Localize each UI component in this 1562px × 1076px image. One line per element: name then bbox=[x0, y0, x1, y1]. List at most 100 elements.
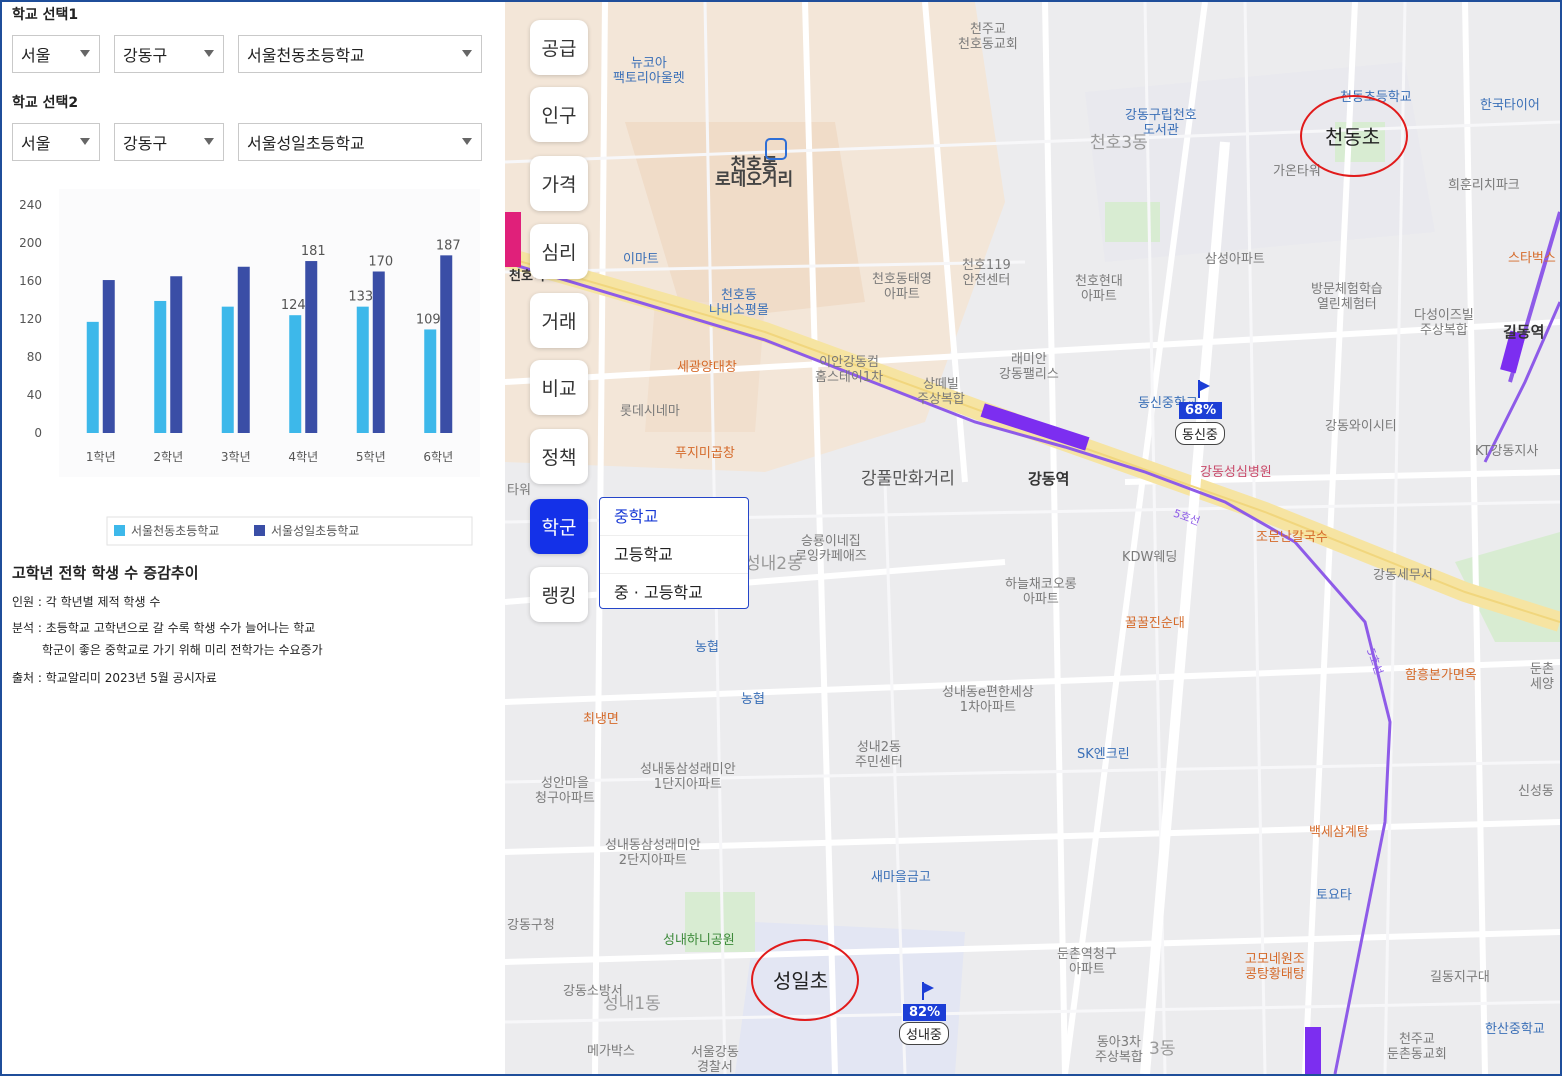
x-tick-label: 6학년 bbox=[423, 450, 453, 464]
poi-seongnae-samsung2: 성내동삼성래미안 2단지아파트 bbox=[605, 838, 701, 868]
poi-hamheung: 함흥본가면옥 bbox=[1405, 668, 1477, 683]
poi-starbucks: 스타벅스 bbox=[1508, 251, 1556, 266]
poi-dasung: 다성이즈빌 주상복합 bbox=[1414, 308, 1474, 338]
school2-school-value: 서울성일초등학교 bbox=[247, 134, 365, 153]
school1-district-select[interactable]: 강동구 bbox=[114, 35, 224, 73]
poi-ian: 이안강동컴 홈스테이1차 bbox=[815, 355, 884, 385]
poi-gangdong-wisity: 강동와이시티 bbox=[1325, 419, 1397, 434]
dropdown-middle-high-school[interactable]: 중 · 고등학교 bbox=[600, 574, 748, 611]
poi-sk: SK엔크린 bbox=[1077, 747, 1130, 762]
data-label: 181 bbox=[301, 244, 326, 259]
x-tick-label: 1학년 bbox=[86, 450, 116, 464]
menu-compare[interactable]: 비교 bbox=[530, 360, 588, 415]
poi-dong3: 3동 bbox=[1149, 1039, 1176, 1059]
poi-seoul-gangdong: 서울강동 경찰서 bbox=[691, 1045, 739, 1074]
school-type-dropdown: 중학교 고등학교 중 · 고등학교 bbox=[599, 497, 749, 609]
chevron-down-icon bbox=[204, 138, 214, 145]
bar-cheondong-4 bbox=[289, 315, 302, 433]
menu-ranking[interactable]: 랭킹 bbox=[530, 567, 588, 622]
chevron-down-icon bbox=[462, 138, 472, 145]
school2-region-value: 서울 bbox=[21, 134, 51, 153]
poi-seongnae2-center: 성내2동 주민센터 bbox=[855, 740, 903, 770]
chart-svg: 0 40 80 120 160 200 240 1학년 2학년 3학년 124 181 4학년 133 17… bbox=[19, 189, 480, 546]
poi-kt: KT강동지사 bbox=[1475, 444, 1539, 459]
notes-title: 고학년 전학 학생 수 증감추이 bbox=[12, 564, 199, 582]
chevron-down-icon bbox=[80, 138, 90, 145]
poi-newcore: 뉴코아 팩토리아울렛 bbox=[613, 56, 685, 86]
chevron-down-icon bbox=[204, 50, 214, 57]
menu-price[interactable]: 가격 bbox=[530, 156, 588, 211]
menu-transaction[interactable]: 거래 bbox=[530, 293, 588, 348]
seongnae-school-tag[interactable]: 성내중 bbox=[899, 1022, 949, 1045]
poi-cheonho-rodeo: 천호동 로데오거리 bbox=[715, 155, 794, 190]
left-panel: 학교 선택1 서울 강동구 서울천동초등학교 학교 선택2 서울 강동구 서울성… bbox=[2, 2, 504, 1074]
bar-seongil-6 bbox=[440, 255, 453, 433]
poi-cheonju-dunchon: 천주교 둔촌동교회 bbox=[1387, 1032, 1447, 1062]
seongil-label: 성일초 bbox=[773, 969, 829, 993]
poi-raemian: 래미안 강동팰리스 bbox=[999, 352, 1059, 382]
poi-choi: 최냉면 bbox=[583, 712, 619, 727]
bar-cheondong-5 bbox=[356, 306, 369, 433]
poi-haneul: 하늘채코오롱 아파트 bbox=[1005, 577, 1077, 607]
poi-seongnae-e: 성내동e편한세상 1차아파트 bbox=[942, 685, 1034, 715]
school1-region-select[interactable]: 서울 bbox=[12, 35, 100, 73]
x-tick-label: 3학년 bbox=[221, 450, 251, 464]
poi-cheonho-hyundai: 천호현대 아파트 bbox=[1075, 274, 1123, 304]
bar-seongil-2 bbox=[170, 276, 183, 433]
poi-jomun: 조문난칼국수 bbox=[1256, 530, 1328, 545]
dongsin-school-tag[interactable]: 동신중 bbox=[1175, 422, 1225, 445]
bar-cheondong-1 bbox=[86, 321, 99, 433]
poi-samsung-apt: 삼성아파트 bbox=[1205, 252, 1265, 267]
poi-lotte-cinema: 롯데시네마 bbox=[620, 404, 680, 419]
menu-sentiment[interactable]: 심리 bbox=[530, 224, 588, 279]
y-tick-label: 160 bbox=[19, 274, 42, 288]
poi-gaonta: 가온타워 bbox=[1273, 164, 1321, 179]
school1-region-value: 서울 bbox=[21, 46, 51, 65]
legend-swatch bbox=[114, 525, 125, 536]
focus-icon[interactable] bbox=[765, 138, 787, 160]
menu-supply[interactable]: 공급 bbox=[530, 20, 588, 75]
poi-dunchon-right: 둔촌 세양 bbox=[1530, 662, 1554, 692]
map-view[interactable]: 천주교 천호동교회 뉴코아 팩토리아울렛 천호동 로데오거리 강동구립천호 도서… bbox=[505, 2, 1560, 1074]
school2-region-select[interactable]: 서울 bbox=[12, 123, 100, 161]
poi-cheonju-church: 천주교 천호동교회 bbox=[958, 22, 1018, 52]
school1-school-value: 서울천동초등학교 bbox=[247, 46, 365, 65]
poi-seongan: 성안마을 청구아파트 bbox=[535, 776, 595, 806]
menu-policy[interactable]: 정책 bbox=[530, 429, 588, 484]
menu-population[interactable]: 인구 bbox=[530, 87, 588, 142]
poi-cheonho-dongtaeyoung: 천호동태영 아파트 bbox=[872, 272, 932, 302]
poi-seungryong: 승룡이네집 로잉카페애즈 bbox=[795, 534, 867, 564]
seongnae-pct-badge[interactable]: 82% bbox=[903, 1004, 947, 1021]
poi-puji: 푸지미곱창 bbox=[675, 446, 735, 461]
dropdown-middle-school[interactable]: 중학교 bbox=[600, 498, 748, 536]
poi-hansan: 한산중학교 bbox=[1485, 1022, 1545, 1037]
school2-school-select[interactable]: 서울성일초등학교 bbox=[238, 123, 482, 161]
dropdown-high-school[interactable]: 고등학교 bbox=[600, 536, 748, 574]
poi-emart: 이마트 bbox=[623, 252, 659, 267]
menu-school-district[interactable]: 학군 bbox=[530, 499, 588, 554]
school2-title: 학교 선택2 bbox=[12, 95, 79, 111]
poi-kkul: 꿀꿀진순대 bbox=[1125, 616, 1185, 631]
poi-gangpul: 강풀만화거리 bbox=[861, 469, 955, 489]
dongsin-pct-badge[interactable]: 68% bbox=[1179, 402, 1223, 419]
school2-district-select[interactable]: 강동구 bbox=[114, 123, 224, 161]
school1-school-select[interactable]: 서울천동초등학교 bbox=[238, 35, 482, 73]
poi-saemaeul: 새마을금고 bbox=[871, 870, 931, 885]
notes-line3: 학군이 좋은 중학교로 가기 위해 미리 전학가는 수요증가 bbox=[42, 643, 323, 657]
bar-cheondong-6 bbox=[424, 329, 437, 433]
poi-nh2: 농협 bbox=[741, 692, 765, 707]
bar-seongil-1 bbox=[102, 280, 115, 433]
poi-gildong-station: 길동역 bbox=[1503, 323, 1545, 341]
poi-seongnae1: 성내1동 bbox=[603, 994, 661, 1014]
data-label: 187 bbox=[436, 238, 461, 253]
poi-nh1: 농협 bbox=[695, 640, 719, 655]
legend-swatch bbox=[254, 525, 265, 536]
poi-gildong-center: 길동지구대 bbox=[1430, 970, 1490, 985]
y-tick-label: 80 bbox=[27, 350, 42, 364]
legend-label: 서울성일초등학교 bbox=[271, 524, 359, 538]
poi-cheonho3: 천호3동 bbox=[1090, 133, 1148, 153]
bar-seongil-3 bbox=[237, 266, 250, 433]
x-tick-label: 4학년 bbox=[288, 450, 318, 464]
poi-seongnae-samsung1: 성내동삼성래미안 1단지아파트 bbox=[640, 762, 736, 792]
chart-plot-area bbox=[59, 189, 480, 477]
